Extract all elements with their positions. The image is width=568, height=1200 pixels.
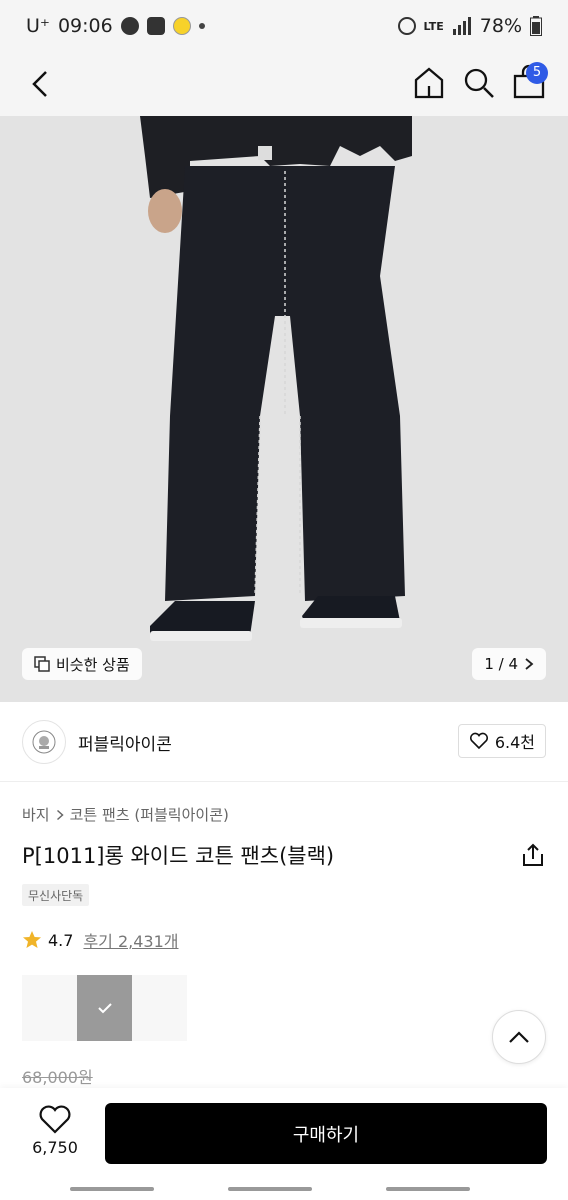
kakaotalk-icon [120,17,139,35]
product-image-gallery[interactable]: 비슷한 상품 1 / 4 [0,116,568,702]
copy-squares-icon [34,656,50,672]
similar-products-button[interactable]: 비슷한 상품 [22,648,142,680]
reviews-link[interactable]: 후기 2,431개 [83,928,178,952]
brand-like-count: 6.4천 [494,733,535,752]
rating-row[interactable]: 4.7 후기 2,431개 [22,928,179,952]
brand-like-button[interactable]: 6.4천 [457,724,546,758]
app-header [0,52,568,116]
gallery-icon [146,17,165,35]
chevron-up-icon [509,1031,529,1043]
exclusive-tag: 무신사단독 [22,884,90,906]
status-bar: U⁺ 09:06 LTE 78% [0,0,568,52]
buy-button[interactable]: 구매하기 [105,1103,547,1164]
share-icon[interactable] [520,842,546,868]
color-swatches [22,975,187,1041]
brand-name[interactable]: 퍼블릭아이콘 [78,730,172,755]
product-photo [0,116,568,702]
breadcrumb: 바지 코튼 팬츠 (퍼블릭아이콘) [22,804,229,825]
breadcrumb-category[interactable]: 바지 [22,804,50,825]
check-icon [97,1003,112,1014]
star-icon [23,931,41,948]
back-arrow-icon[interactable] [24,66,60,102]
search-icon[interactable] [460,64,498,102]
pager-label: 1 / 4 [484,655,518,673]
scroll-to-top-button[interactable] [492,1010,546,1064]
color-swatch-selected[interactable] [77,975,132,1041]
image-pager[interactable]: 1 / 4 [472,648,546,680]
product-title: P[1011]롱 와이드 코튼 팬츠(블랙) [22,844,335,868]
nav-back-handle[interactable] [386,1187,470,1191]
home-icon[interactable] [410,64,448,102]
nav-home-handle[interactable] [228,1187,312,1191]
emoji-icon [172,17,191,35]
bottom-purchase-bar: 6,750 구매하기 [0,1088,568,1176]
battery-label: 78% [479,15,522,37]
original-price: 68,000원 [22,1068,93,1087]
like-count: 6,750 [32,1138,78,1157]
brand-row[interactable]: 퍼블릭아이콘 6.4천 [0,702,568,782]
chevron-right-icon [56,809,64,820]
chevron-right-icon [525,658,534,670]
alarm-icon [397,17,416,35]
brand-logo[interactable] [22,720,66,764]
network-label: LTE [423,19,444,33]
signal-icon [452,17,471,35]
similar-products-label: 비슷한 상품 [56,655,130,674]
battery-icon [530,16,542,36]
carrier-label: U⁺ [26,15,50,37]
heart-outline-icon[interactable] [38,1104,72,1136]
system-nav-bar [0,1176,568,1200]
color-swatch[interactable] [22,975,77,1041]
heart-outline-icon [469,732,488,750]
more-notifications-icon [198,23,205,29]
brand-emblem-icon [32,730,56,754]
clock: 09:06 [57,15,113,37]
breadcrumb-subcategory[interactable]: 코튼 팬츠 (퍼블릭아이콘) [70,804,229,825]
nav-recents-handle[interactable] [70,1187,154,1191]
rating-value: 4.7 [48,930,74,950]
color-swatch[interactable] [132,975,187,1041]
cart-count-badge: 5 [526,62,548,84]
